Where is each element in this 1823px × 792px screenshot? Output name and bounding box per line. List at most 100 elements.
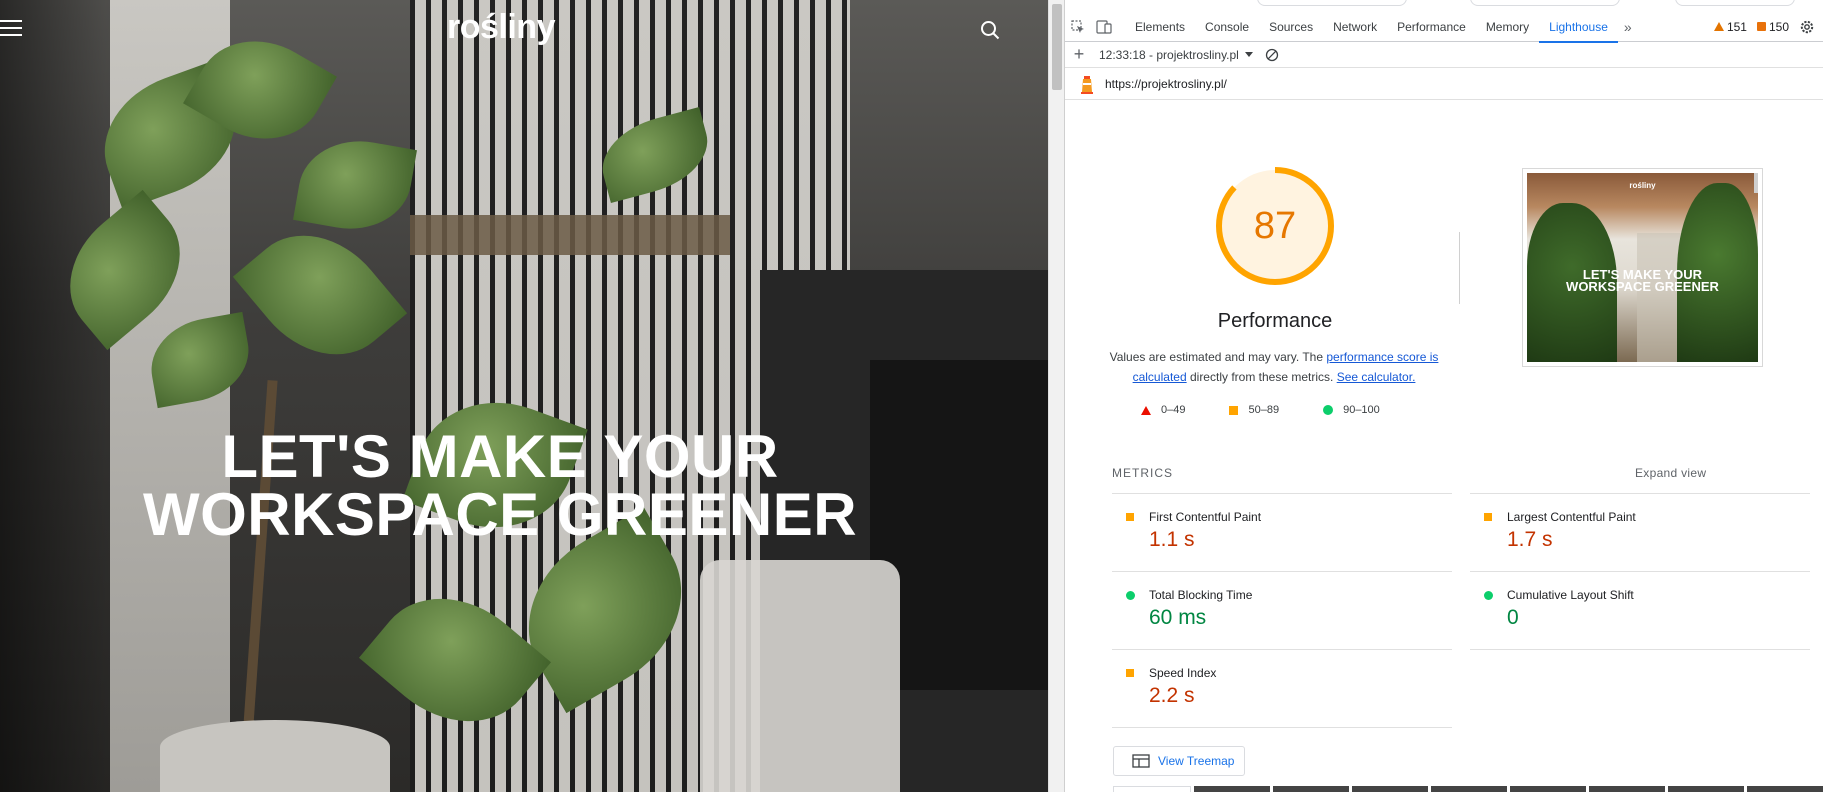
chevron-down-icon: [1244, 52, 1253, 57]
devtools-top-strip: [1065, 0, 1823, 8]
legend-pass: 90–100: [1323, 404, 1380, 416]
issues-counter[interactable]: 150: [1756, 19, 1789, 34]
new-report-plus-icon[interactable]: +: [1071, 44, 1087, 65]
average-square-icon: [1484, 513, 1492, 521]
issue-counters: 151 150: [1713, 19, 1823, 35]
hero-title: LET'S MAKE YOUR WORKSPACE GREENER: [100, 423, 900, 548]
metric-name: Total Blocking Time: [1149, 588, 1253, 602]
metric-cumulative-layout-shift: Cumulative Layout Shift 0: [1470, 571, 1810, 649]
metric-name: Cumulative Layout Shift: [1507, 588, 1634, 602]
lighthouse-toolbar: + 12:33:18 - projektrosliny.pl: [1065, 42, 1823, 68]
clear-reports-icon[interactable]: [1265, 48, 1279, 62]
legend-average: 50–89: [1229, 404, 1279, 416]
category-description: Values are estimated and may vary. The p…: [1109, 347, 1439, 387]
metric-value: 1.1 s: [1149, 528, 1195, 551]
tab-performance[interactable]: Performance: [1387, 12, 1476, 42]
tab-network[interactable]: Network: [1323, 12, 1387, 42]
pass-circle-icon: [1323, 405, 1334, 415]
expand-view-toggle[interactable]: Expand view: [1635, 466, 1706, 480]
filmstrip-frame: [1431, 786, 1507, 792]
scrollbar-thumb[interactable]: [1052, 4, 1062, 90]
plant-leaf: [232, 206, 408, 384]
toolbar-pill[interactable]: [1257, 0, 1407, 6]
more-tabs-chevron-icon[interactable]: »: [1618, 19, 1638, 35]
background-shelf: [410, 215, 730, 255]
performance-gauge[interactable]: 87: [1213, 164, 1337, 288]
lighthouse-icon: [1081, 75, 1093, 94]
devtools-tabbar: Elements Console Sources Network Perform…: [1065, 12, 1823, 43]
thumb-headline: LET'S MAKE YOUR WORKSPACE GREENER: [1527, 268, 1758, 294]
performance-score: 87: [1253, 205, 1297, 247]
tab-memory[interactable]: Memory: [1476, 12, 1539, 42]
final-screenshot[interactable]: rośliny LET'S MAKE YOUR WORKSPACE GREENE…: [1522, 168, 1763, 367]
pass-circle-icon: [1484, 591, 1493, 600]
devtools-panel: Elements Console Sources Network Perform…: [1064, 0, 1823, 792]
metric-divider: [1112, 727, 1452, 728]
hero-title-line: WORKSPACE GREENER: [142, 481, 858, 548]
site-logo[interactable]: rośliny: [447, 8, 555, 47]
view-treemap-button[interactable]: View Treemap: [1113, 746, 1245, 776]
metric-value: 2.2 s: [1149, 684, 1195, 707]
pass-circle-icon: [1126, 591, 1135, 600]
plant-pot: [160, 720, 390, 792]
issues-count: 150: [1768, 19, 1789, 34]
tab-lighthouse[interactable]: Lighthouse: [1539, 12, 1618, 43]
inspect-element-icon[interactable]: [1065, 12, 1091, 42]
metric-value: 60 ms: [1149, 606, 1207, 629]
thumb-logo: rośliny: [1629, 181, 1656, 190]
filmstrip-frame: [1352, 786, 1428, 792]
filmstrip-frame: [1589, 786, 1665, 792]
metric-name: Speed Index: [1149, 666, 1217, 680]
search-icon[interactable]: [980, 20, 1000, 40]
hero-title-line: LET'S MAKE YOUR: [221, 423, 779, 490]
metric-name: Largest Contentful Paint: [1507, 510, 1636, 524]
score-scale-legend: 0–49 50–89 90–100: [1141, 404, 1380, 416]
filmstrip-frame: [1113, 786, 1191, 792]
average-square-icon: [1126, 669, 1134, 677]
view-treemap-label: View Treemap: [1158, 754, 1235, 768]
metric-name: First Contentful Paint: [1149, 510, 1262, 524]
gear-icon[interactable]: [1799, 19, 1815, 35]
description-text: directly from these metrics.: [1186, 370, 1337, 384]
tab-sources[interactable]: Sources: [1259, 12, 1323, 42]
see-calculator-link[interactable]: See calculator.: [1337, 370, 1416, 384]
hamburger-menu-icon[interactable]: [0, 20, 22, 38]
thumb-scrollbar: [1754, 173, 1758, 193]
thumb-headline-line: WORKSPACE GREENER: [1566, 279, 1719, 294]
metric-total-blocking-time: Total Blocking Time 60 ms: [1112, 571, 1452, 649]
toolbar-pill[interactable]: [1470, 0, 1620, 6]
filmstrip-frame: [1510, 786, 1586, 792]
legend-fail-label: 0–49: [1161, 404, 1186, 416]
average-square-icon: [1229, 405, 1239, 415]
warning-icon: [1713, 22, 1724, 31]
treemap-icon: [1132, 754, 1150, 768]
metric-divider: [1470, 649, 1810, 650]
background-chair: [700, 560, 900, 792]
filmstrip-frame: [1747, 786, 1823, 792]
vertical-divider: [1459, 232, 1460, 304]
website-viewport: rośliny LET'S MAKE YOUR WORKSPACE GREENE…: [0, 0, 1048, 792]
report-selector[interactable]: 12:33:18 - projektrosliny.pl: [1099, 48, 1253, 62]
metrics-heading: METRICS: [1112, 466, 1173, 480]
warnings-count: 151: [1726, 19, 1747, 34]
metric-largest-contentful-paint: Largest Contentful Paint 1.7 s: [1470, 493, 1810, 571]
issue-flag-icon: [1756, 22, 1766, 31]
filmstrip-frame: [1668, 786, 1744, 792]
report-url[interactable]: https://projektrosliny.pl/: [1105, 77, 1227, 91]
warnings-counter[interactable]: 151: [1713, 19, 1747, 34]
filmstrip: [1113, 786, 1823, 792]
final-screenshot-image: rośliny LET'S MAKE YOUR WORKSPACE GREENE…: [1527, 173, 1758, 362]
metric-value: 0: [1507, 606, 1519, 629]
tab-elements[interactable]: Elements: [1125, 12, 1195, 42]
lighthouse-report: 87 Performance Values are estimated and …: [1065, 100, 1823, 792]
device-toolbar-icon[interactable]: [1091, 12, 1117, 42]
metric-first-contentful-paint: First Contentful Paint 1.1 s: [1112, 493, 1452, 571]
screen: rośliny LET'S MAKE YOUR WORKSPACE GREENE…: [0, 0, 1823, 792]
report-selector-label: 12:33:18 - projektrosliny.pl: [1099, 47, 1239, 62]
fail-triangle-icon: [1141, 405, 1151, 415]
website-scrollbar[interactable]: [1048, 0, 1064, 792]
category-title: Performance: [1217, 310, 1333, 332]
tab-console[interactable]: Console: [1195, 12, 1259, 42]
toolbar-pill[interactable]: [1675, 0, 1795, 6]
filmstrip-frame: [1194, 786, 1270, 792]
